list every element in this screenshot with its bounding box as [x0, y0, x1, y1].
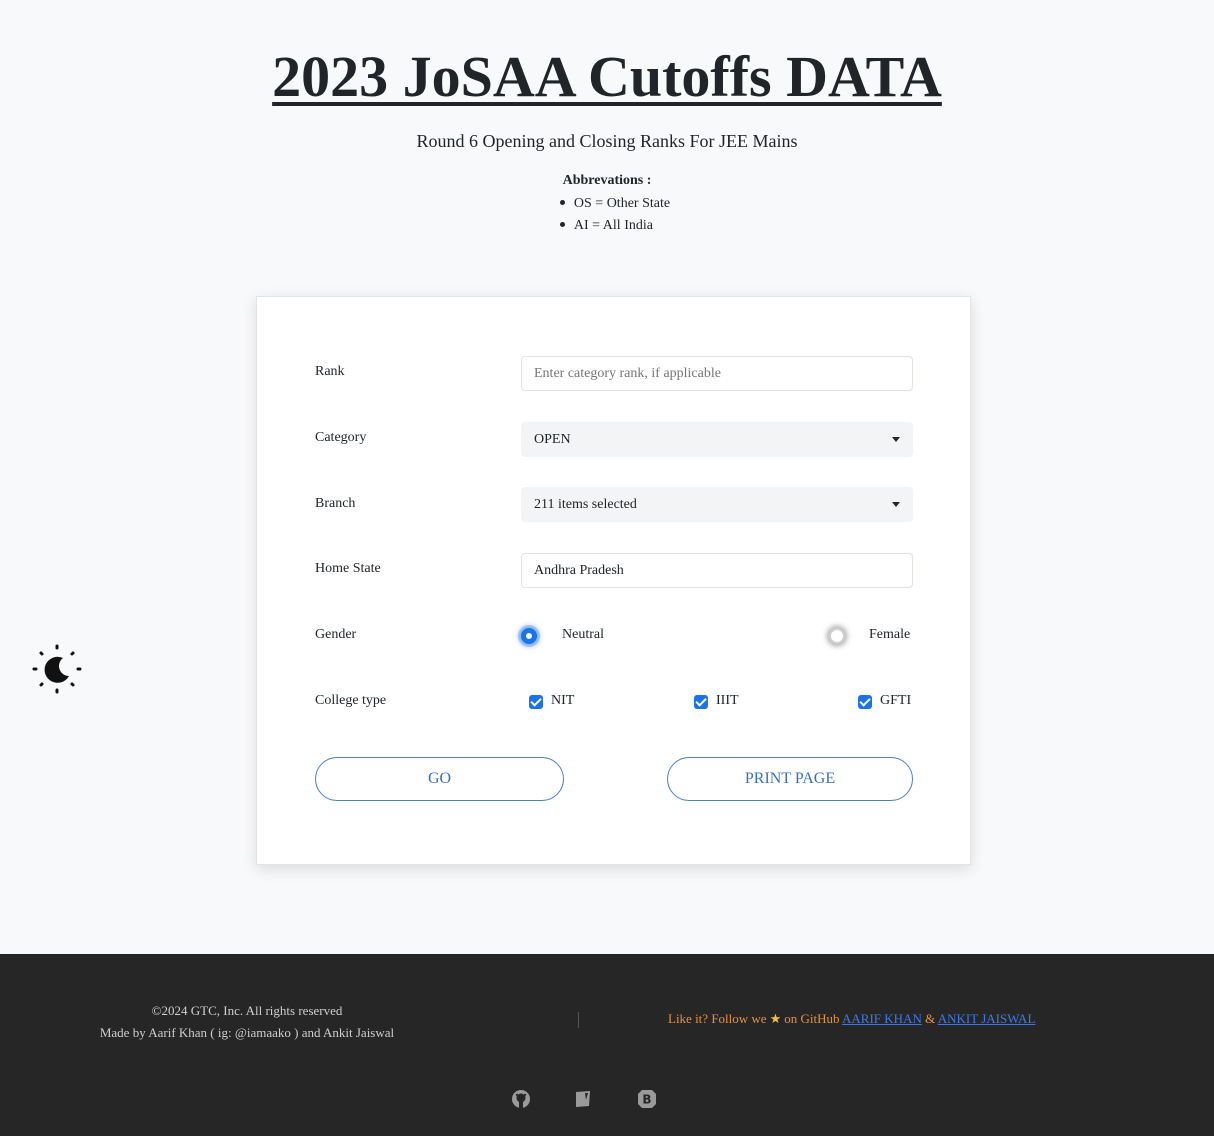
footer: ©2024 GTC, Inc. All rights reserved Made… — [0, 954, 1214, 1136]
footer-icons: B — [0, 1088, 1214, 1110]
bootstrap-icon[interactable]: B — [636, 1088, 658, 1110]
branch-select[interactable]: 211 items selected — [521, 487, 913, 522]
checkbox-iiit[interactable] — [694, 695, 708, 709]
checkbox-nit[interactable] — [529, 695, 543, 709]
moon-sun-icon — [32, 644, 82, 694]
print-page-button[interactable]: PRINT PAGE — [667, 757, 913, 801]
abbreviation-item: AI = All India — [559, 215, 670, 237]
svg-text:B: B — [642, 1093, 651, 1107]
branch-label: Branch — [315, 496, 356, 511]
checkbox-gfti-label: GFTI — [880, 693, 912, 708]
follow-text: Like it? Follow we ★ on GitHub AARIF KHAN … — [668, 1011, 1036, 1026]
gender-label: Gender — [315, 627, 357, 642]
gender-female-label: Female — [869, 627, 911, 642]
home-state-value: Andhra Pradesh — [534, 563, 624, 578]
theme-toggle-button[interactable] — [32, 644, 82, 694]
college-type-label: College type — [315, 693, 387, 708]
github-icon[interactable] — [510, 1088, 532, 1110]
author-link-aarif[interactable]: AARIF KHAN — [842, 1011, 922, 1026]
footer-divider — [578, 1012, 579, 1028]
author-link-ankit[interactable]: ANKIT JAISWAL — [938, 1011, 1036, 1026]
abbreviation-item: OS = Other State — [559, 193, 670, 215]
gender-neutral-label: Neutral — [562, 627, 604, 642]
chevron-down-icon — [892, 437, 900, 442]
search-form-card: Rank Category OPEN Branch 211 items sele… — [256, 296, 971, 865]
notion-icon[interactable] — [572, 1088, 594, 1110]
chevron-down-icon — [892, 502, 900, 507]
abbreviations-title: Abbrevations : — [562, 173, 652, 188]
made-by-text: Made by Aarif Khan ( ig: @iamaako ) and … — [99, 1025, 395, 1040]
category-label: Category — [315, 430, 367, 445]
page-subtitle: Round 6 Opening and Closing Ranks For JE… — [416, 131, 798, 151]
checkbox-gfti[interactable] — [858, 695, 872, 709]
gender-radio-female[interactable] — [829, 628, 845, 644]
star-icon: ★ — [769, 1011, 782, 1026]
rank-label: Rank — [315, 364, 345, 379]
abbreviations: Abbrevations : OS = Other State AI = All… — [0, 173, 1214, 237]
rank-input[interactable] — [521, 356, 913, 391]
page-title: 2023 JoSAA Cutoffs DATA — [272, 44, 942, 109]
go-button[interactable]: GO — [315, 757, 564, 801]
copyright-text: ©2024 GTC, Inc. All rights reserved — [151, 1003, 343, 1018]
branch-value: 211 items selected — [534, 497, 637, 512]
checkbox-nit-label: NIT — [551, 693, 575, 708]
gender-radio-neutral[interactable] — [521, 628, 537, 644]
footer-credits: ©2024 GTC, Inc. All rights reserved Made… — [82, 1000, 412, 1044]
home-state-label: Home State — [315, 561, 381, 576]
home-state-input[interactable]: Andhra Pradesh — [521, 553, 913, 588]
category-select[interactable]: OPEN — [521, 422, 913, 457]
category-value: OPEN — [534, 432, 571, 447]
checkbox-iiit-label: IIIT — [716, 693, 739, 708]
